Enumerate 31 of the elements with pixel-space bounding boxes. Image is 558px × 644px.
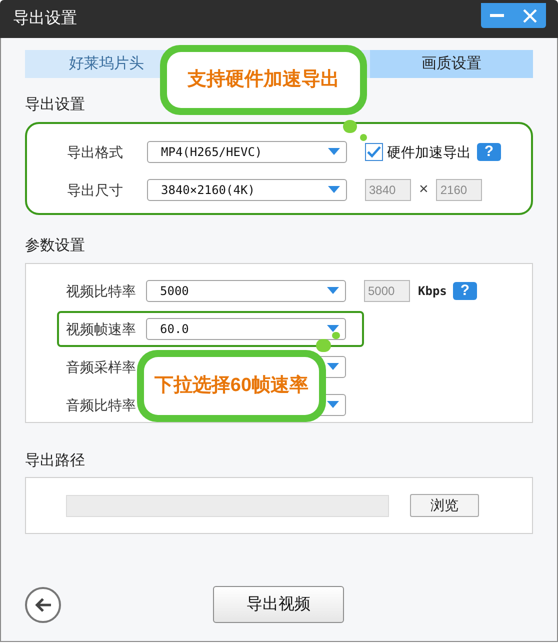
dropdown[interactable]: 3840×2160(4K) [147,179,347,201]
checkbox-label: 硬件加速导出 [387,142,471,162]
dropdown-value: 60.0 [160,321,189,338]
field-label: 音频比特率 [66,396,137,414]
dropdown[interactable]: 5000 [146,280,346,302]
export-button[interactable]: 导出视频 [213,586,344,623]
help-button[interactable]: ? [452,282,477,300]
section-heading: 导出路径 [25,452,86,470]
step-tab[interactable]: 画质设置 [370,50,533,78]
browse-button[interactable]: 浏览 [410,494,479,517]
field-label: 视频帧速率 [66,320,137,338]
dropdown-value: MP4(H265/HEVC) [161,144,262,161]
dropdown[interactable]: MP4(H265/HEVC) [147,141,347,163]
unit-label: Kbps [418,283,447,300]
section-heading: 参数设置 [25,237,86,255]
callout-text: 下拉选择60帧速率 [144,357,319,415]
field-label: 音频采样率 [66,358,137,376]
number-field: 5000 [364,280,410,302]
help-button[interactable]: ? [477,143,501,161]
times-sign: × [419,180,428,200]
number-field: 3840 [365,179,411,201]
field-label: 视频比特率 [66,282,137,300]
dropdown[interactable]: 60.0 [146,318,346,340]
window-title: 导出设置 [13,8,77,29]
section-heading: 导出设置 [25,96,86,114]
number-field: 2160 [436,179,482,201]
callout-text: 支持硬件加速导出 [167,52,360,108]
dropdown-value: 5000 [160,283,189,300]
dropdown-value: 3840×2160(4K) [161,182,255,199]
field-label: 导出格式 [67,142,124,162]
field-label: 导出尺寸 [67,180,124,200]
